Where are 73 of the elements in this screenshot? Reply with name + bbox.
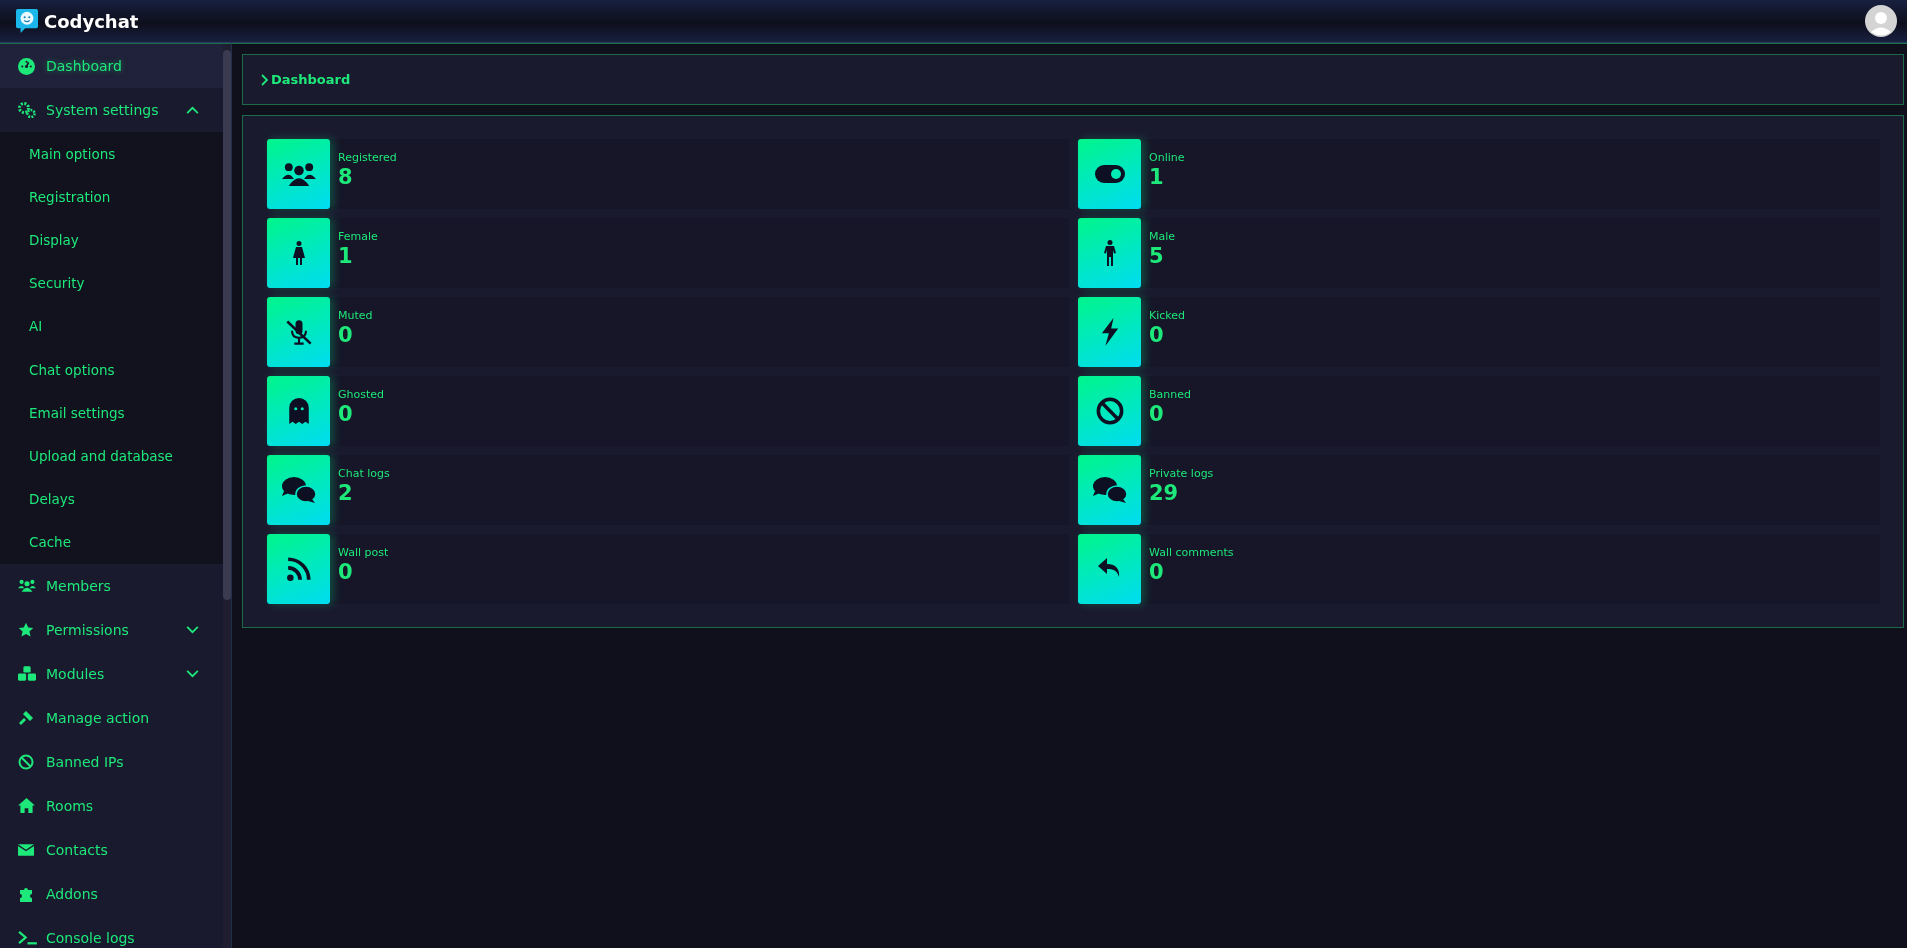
submenu-item[interactable]: Display bbox=[0, 218, 223, 262]
male-figure-icon bbox=[1103, 240, 1116, 266]
chat-bubbles-icon bbox=[280, 476, 317, 504]
stat-label: Kicked bbox=[1149, 309, 1186, 322]
gavel-icon bbox=[18, 709, 34, 726]
stat-label: Online bbox=[1149, 151, 1185, 164]
nav-item[interactable]: Dashboard bbox=[0, 44, 223, 88]
chevron-right-icon bbox=[261, 73, 268, 86]
stat-value: 29 bbox=[1149, 482, 1180, 506]
stat-label: Banned bbox=[1149, 388, 1191, 401]
stat-label: Female bbox=[338, 230, 378, 243]
stat-value: 8 bbox=[338, 166, 354, 190]
submenu-item[interactable]: Upload and database bbox=[0, 434, 223, 478]
nav-item[interactable]: Rooms bbox=[0, 783, 223, 828]
stat-value: 0 bbox=[338, 561, 354, 585]
stat-label: Ghosted bbox=[338, 388, 385, 401]
users-icon bbox=[281, 162, 316, 186]
chat-bubbles-icon bbox=[1091, 476, 1128, 504]
submenu-item[interactable]: Main options bbox=[0, 132, 223, 176]
submenu-item[interactable]: Cache bbox=[0, 520, 223, 564]
rss-icon bbox=[285, 556, 312, 582]
submenu-item[interactable]: Security bbox=[0, 261, 223, 305]
submenu-item[interactable]: AI bbox=[0, 304, 223, 348]
toggle-icon bbox=[1094, 165, 1125, 183]
gauge-icon bbox=[18, 57, 35, 75]
nav-item[interactable]: Modules bbox=[0, 651, 223, 696]
stat-label: Muted bbox=[338, 309, 373, 322]
nav-item[interactable]: Console logs bbox=[0, 915, 223, 948]
submenu-item[interactable]: Registration bbox=[0, 175, 223, 219]
stat-value: 0 bbox=[338, 324, 354, 348]
cubes-icon bbox=[18, 666, 36, 682]
stat-label: Private logs bbox=[1149, 467, 1214, 480]
home-icon bbox=[18, 798, 35, 814]
nav-item[interactable]: Manage action bbox=[0, 695, 223, 740]
ban-icon bbox=[1095, 397, 1124, 425]
terminal-icon bbox=[18, 930, 37, 946]
stat-value: 1 bbox=[338, 245, 354, 269]
stat-value: 5 bbox=[1149, 245, 1165, 269]
stat-value: 0 bbox=[1149, 324, 1165, 348]
ghost-icon bbox=[288, 398, 309, 424]
brand-name: Codychat bbox=[44, 10, 139, 32]
nav-item[interactable]: System settings bbox=[0, 88, 223, 132]
stat-label: Wall post bbox=[338, 546, 389, 559]
scrollbar[interactable] bbox=[223, 44, 231, 948]
nav-item[interactable]: Permissions bbox=[0, 607, 223, 652]
submenu-item[interactable]: Delays bbox=[0, 477, 223, 521]
lightning-icon bbox=[1099, 318, 1120, 346]
chat-bot-logo-icon bbox=[16, 9, 38, 33]
breadcrumb[interactable]: Dashboard bbox=[271, 72, 351, 87]
stat-value: 1 bbox=[1149, 166, 1165, 190]
stat-value: 0 bbox=[338, 403, 354, 427]
users-icon bbox=[18, 579, 36, 593]
stat-label: Wall comments bbox=[1149, 546, 1234, 559]
puzzle-icon bbox=[18, 885, 34, 902]
star-icon bbox=[18, 621, 34, 638]
stat-value: 0 bbox=[1149, 403, 1165, 427]
stat-value: 0 bbox=[1149, 561, 1165, 585]
nav-item[interactable]: Banned IPs bbox=[0, 739, 223, 784]
stat-label: Registered bbox=[338, 151, 397, 164]
nav-item[interactable]: Contacts bbox=[0, 827, 223, 872]
avatar-icon[interactable] bbox=[1865, 5, 1897, 37]
nav-item[interactable]: Addons bbox=[0, 871, 223, 916]
submenu-item[interactable]: Email settings bbox=[0, 391, 223, 435]
stat-label: Chat logs bbox=[338, 467, 390, 480]
stat-label: Male bbox=[1149, 230, 1176, 243]
gears-icon bbox=[18, 102, 36, 118]
envelope-icon bbox=[18, 843, 34, 856]
stat-value: 2 bbox=[338, 482, 354, 506]
muted-microphone-icon bbox=[284, 318, 313, 346]
submenu-item[interactable]: Chat options bbox=[0, 347, 223, 392]
female-figure-icon bbox=[292, 241, 305, 265]
nav-item[interactable]: Members bbox=[0, 563, 223, 608]
ban-icon bbox=[18, 753, 34, 770]
